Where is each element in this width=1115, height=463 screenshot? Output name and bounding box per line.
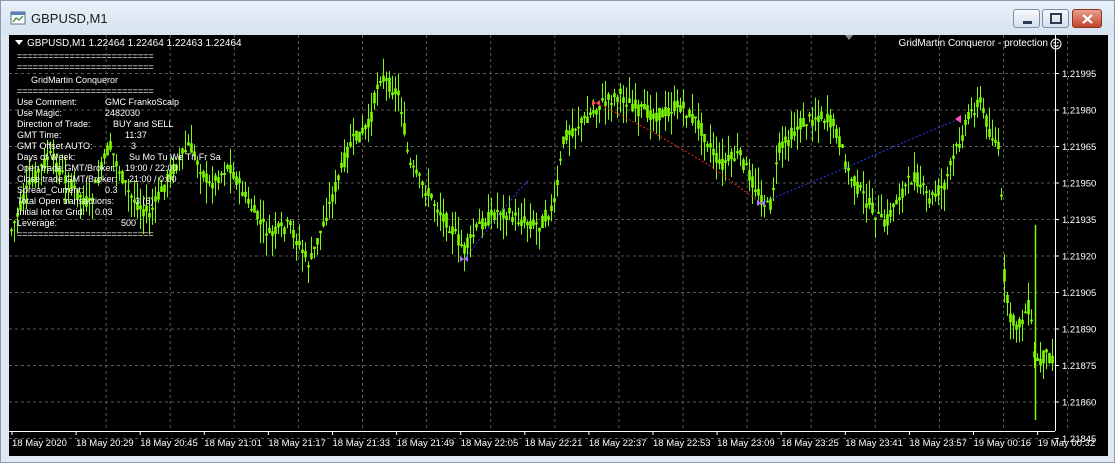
time-label: 18 May 22:37 [589, 438, 647, 449]
time-label: 18 May 21:01 [204, 438, 262, 449]
time-label: 18 May 22:05 [461, 438, 519, 449]
minimize-icon [1023, 21, 1032, 24]
chevron-down-icon[interactable] [15, 40, 23, 45]
info-key: Use Comment: [17, 97, 78, 107]
time-label: 18 May 23:57 [909, 438, 967, 449]
time-label: 18 May 21:17 [268, 438, 326, 449]
price-label: 1.21860 [1062, 398, 1096, 409]
info-key: Use Magic: [17, 108, 63, 118]
maximize-button[interactable] [1042, 9, 1069, 28]
separator-bottom: ========================== [17, 229, 154, 239]
info-row: Use Comment: GMC FrankoScalp [17, 97, 179, 108]
price-label: 1.21980 [1062, 106, 1096, 117]
info-row: Close trade GMT/Broker: 21:00 / 0:00 [17, 174, 177, 185]
info-value: 0.3 [105, 185, 118, 195]
info-key: Initial lot for Grid: [17, 207, 86, 217]
separator-top-2: ========================== [17, 62, 154, 72]
price-label: 1.21935 [1062, 215, 1096, 226]
price-label: 1.21950 [1062, 179, 1096, 190]
info-key: Total Open transactions: [17, 196, 115, 206]
info-value: 0.03 [95, 207, 113, 217]
trade-marker [460, 256, 464, 262]
symbol-quote: GBPUSD,M1 1.22464 1.22464 1.22463 1.2246… [27, 38, 242, 49]
smiley-icon[interactable] [1050, 38, 1062, 50]
info-row: GMT Time: 11:37 [17, 130, 154, 141]
info-row: Open trade GMT/Broker: 19:00 / 22:00 [17, 163, 178, 174]
time-label: 18 May 23:09 [717, 438, 775, 449]
ea-info-panel: ========================== =============… [17, 51, 221, 240]
time-label: 18 May 21:49 [397, 438, 455, 449]
separator-mid: ========================== [17, 86, 154, 96]
info-value: GMC FrankoScalp [105, 97, 180, 107]
price-label: 1.21995 [1062, 69, 1096, 80]
price-label: 1.21890 [1062, 325, 1096, 336]
expert-advisor-label: GridMartin Conqueror - protection [898, 38, 1048, 49]
info-value: 21:00 / 0:00 [129, 174, 177, 184]
time-label: 18 May 20:29 [76, 438, 134, 449]
info-key: Spread_Current: [17, 185, 84, 195]
ea-name-row: GridMartin Conqueror [17, 75, 154, 86]
info-value: 3 [131, 141, 137, 151]
time-label: 18 May 20:45 [140, 438, 198, 449]
info-row: Spread_Current: 0.3 [17, 185, 154, 196]
info-key: GMT Time: [17, 130, 62, 140]
info-key: Direction of Trade: [17, 119, 91, 129]
info-row: Initial lot for Grid: 0.03 [17, 207, 154, 218]
info-key: GMT Offset AUTO: [17, 141, 93, 151]
ea-name: GridMartin Conqueror [31, 75, 119, 85]
price-label: 1.21875 [1062, 361, 1096, 372]
price-label: 1.21920 [1062, 252, 1096, 263]
info-key: Days of Week: [17, 152, 76, 162]
price-label: 1.21965 [1062, 142, 1096, 153]
time-label: 18 May 23:25 [781, 438, 839, 449]
chart-window-icon [10, 11, 26, 25]
info-key: Open trade GMT/Broker: [17, 163, 117, 173]
time-label: 18 May 2020 [12, 438, 67, 449]
info-row: GMT Offset AUTO: 3 [17, 141, 154, 152]
time-label: 19 May 00:32 [1038, 438, 1096, 449]
info-value: 19:00 / 22:00 [125, 163, 178, 173]
info-row: Direction of Trade: BUY and SELL [17, 119, 173, 130]
maximize-icon [1050, 13, 1062, 24]
info-row: Total Open transactions: 3 (6) [17, 196, 154, 207]
info-key: Leverage: [17, 218, 58, 228]
chart-grid [9, 35, 1069, 439]
info-value: BUY and SELL [113, 119, 174, 129]
info-row: Leverage: 500 [17, 218, 154, 229]
time-axis: 18 May 2020 18 May 20:29 18 May 20:45 18 Ma… [11, 431, 1096, 449]
close-icon [1082, 14, 1093, 24]
time-label: 18 May 23:41 [845, 438, 903, 449]
trade-marker [596, 100, 600, 106]
price-label: 1.21905 [1062, 288, 1096, 299]
window-title: GBPUSD,M1 [31, 11, 108, 26]
info-key: Close trade GMT/Broker: [17, 174, 118, 184]
close-button[interactable] [1072, 9, 1102, 28]
period-marker [845, 35, 853, 40]
title-bar[interactable]: GBPUSD,M1 [1, 1, 1114, 35]
info-row: Use Magic: 2482030 [17, 108, 154, 119]
time-label: 18 May 21:33 [333, 438, 391, 449]
info-value: 500 [121, 218, 137, 228]
price-axis: 1.21995 1.21980 1.21965 1.21950 1.21935 1.219… [1055, 69, 1096, 445]
time-label: 18 May 22:21 [525, 438, 583, 449]
trade-marker [955, 115, 961, 123]
info-value: 2482030 [105, 108, 141, 118]
chart-window: GBPUSD,M1 1.21995 1.21980 1.21965 1.21950 1.… [0, 0, 1115, 463]
price-chart[interactable]: 1.21995 1.21980 1.21965 1.21950 1.21935 1.219… [9, 35, 1108, 456]
separator-top: ========================== [17, 51, 154, 61]
info-value: 11:37 [125, 130, 147, 140]
trade-lines [460, 100, 961, 262]
info-value: Su Mo Tu We Th Fr Sa [129, 152, 221, 162]
minimize-button[interactable] [1013, 9, 1040, 28]
time-label: 19 May 00:16 [974, 438, 1032, 449]
info-row: Days of Week: Su Mo Tu We Th Fr Sa [17, 152, 221, 163]
info-value: 3 (6) [135, 196, 154, 206]
symbol-header[interactable]: GBPUSD,M1 1.22464 1.22464 1.22463 1.2246… [15, 38, 242, 49]
time-label: 18 May 22:53 [653, 438, 711, 449]
